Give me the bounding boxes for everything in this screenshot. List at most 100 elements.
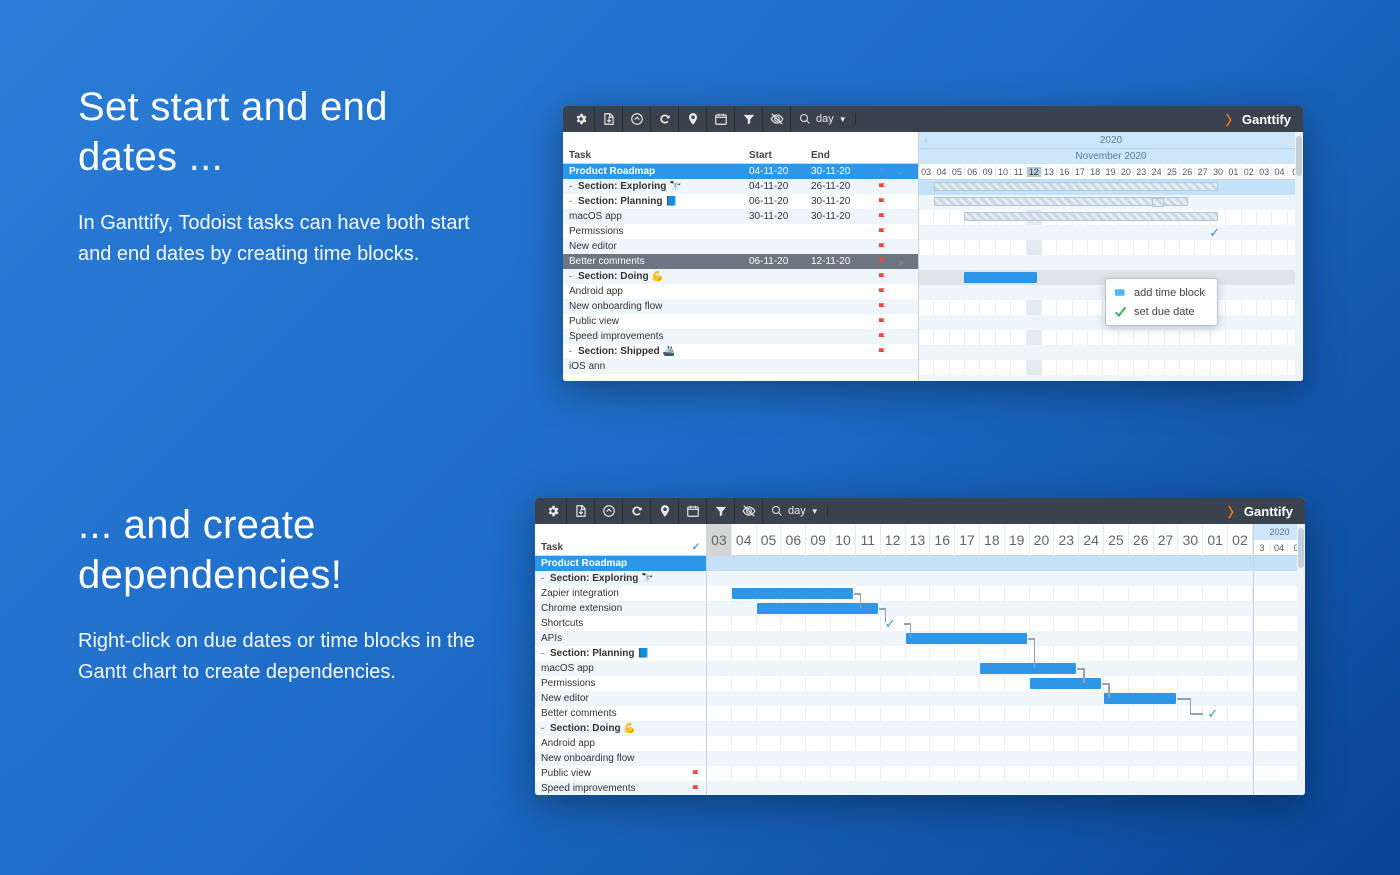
visibility-off-icon[interactable]	[735, 498, 763, 524]
gantt-panel[interactable]: ‹ 2020 › November 2020 03040506091011121…	[919, 132, 1303, 381]
task-row[interactable]: -Section: Doing 💪	[563, 269, 918, 284]
menu-set-due-date[interactable]: set due date	[1106, 302, 1217, 321]
zoom-label: day	[816, 113, 834, 125]
gantt-bar[interactable]	[1030, 678, 1101, 689]
context-menu[interactable]: add time block set due date	[1105, 278, 1218, 326]
calendar-icon[interactable]	[707, 106, 735, 132]
filter-icon[interactable]	[707, 498, 735, 524]
gantt-row[interactable]	[707, 721, 1253, 736]
due-check-icon[interactable]: ✓	[1207, 706, 1218, 722]
gantt-bar[interactable]	[964, 212, 1218, 221]
day-cell: 25	[1165, 167, 1180, 177]
visibility-off-icon[interactable]	[763, 106, 791, 132]
collapse-icon[interactable]	[623, 106, 651, 132]
gantt-row[interactable]	[707, 781, 1253, 795]
task-row[interactable]: Shortcuts	[535, 616, 706, 631]
gantt-row[interactable]	[707, 571, 1253, 586]
menu-add-time-block[interactable]: add time block	[1106, 283, 1217, 302]
task-row[interactable]: Product Roadmap 04-11-20 30-11-20 ⌄	[563, 164, 918, 179]
gantt-row[interactable]	[919, 345, 1303, 360]
task-flag	[873, 181, 891, 192]
task-row[interactable]: Chrome extension	[535, 601, 706, 616]
gantt-bar[interactable]	[934, 197, 1188, 206]
gantt-row[interactable]	[919, 255, 1303, 270]
promo-title-2: ... and create dependencies!	[78, 500, 498, 600]
settings-icon[interactable]	[539, 498, 567, 524]
task-label: macOS app	[563, 211, 749, 222]
collapse-icon[interactable]	[595, 498, 623, 524]
task-row[interactable]: Android app	[563, 284, 918, 299]
task-row[interactable]: -Section: Exploring 🔭 04-11-20 26-11-20	[563, 179, 918, 194]
flag-icon	[876, 241, 888, 252]
gantt-row[interactable]	[707, 676, 1253, 691]
gantt-bar[interactable]	[934, 182, 1218, 191]
gantt-grid[interactable]: ✓✓	[707, 556, 1253, 795]
task-row[interactable]: -Section: Shipped 🚢	[563, 344, 918, 359]
gantt-bar[interactable]	[980, 663, 1076, 674]
task-row[interactable]: macOS app	[535, 661, 706, 676]
gantt-row[interactable]	[707, 766, 1253, 781]
gantt-row[interactable]	[919, 240, 1303, 255]
task-row[interactable]: Zapier integration	[535, 586, 706, 601]
task-extra: »	[891, 257, 909, 267]
task-row[interactable]: New editor	[563, 239, 918, 254]
gantt-row[interactable]	[707, 706, 1253, 721]
task-row[interactable]: Permissions	[563, 224, 918, 239]
refresh-icon[interactable]	[623, 498, 651, 524]
scrollbar-vertical[interactable]	[1295, 132, 1303, 381]
due-check-icon[interactable]: ✓	[1209, 225, 1220, 241]
task-row[interactable]: Public view	[535, 766, 706, 781]
gantt-panel[interactable]: 0304050609101112131617181920232425262730…	[707, 524, 1305, 795]
gantt-row[interactable]	[919, 225, 1303, 240]
task-flag	[873, 286, 891, 297]
export-icon[interactable]	[595, 106, 623, 132]
gantt-row[interactable]	[919, 375, 1303, 381]
scrollbar-vertical[interactable]	[1297, 524, 1305, 795]
task-row[interactable]: Speed improvements	[535, 781, 706, 795]
task-row[interactable]: iOS ann	[563, 359, 918, 374]
due-check-icon[interactable]: ✓	[885, 616, 896, 632]
task-label: Android app	[535, 738, 687, 749]
gantt-bar[interactable]	[964, 272, 1037, 283]
gantt-row[interactable]	[707, 751, 1253, 766]
gantt-row[interactable]	[707, 736, 1253, 751]
task-row[interactable]: -Section: Doing 💪	[535, 721, 706, 736]
task-flag	[873, 241, 891, 252]
task-label: Permissions	[535, 678, 687, 689]
gantt-row[interactable]	[707, 646, 1253, 661]
zoom-dropdown[interactable]: day ▼	[763, 505, 828, 517]
zoom-dropdown[interactable]: day ▼	[791, 113, 856, 125]
task-row[interactable]: Permissions	[535, 676, 706, 691]
prev-period-icon[interactable]: ‹	[919, 132, 933, 148]
col-header-task: Task	[535, 542, 687, 553]
refresh-icon[interactable]	[651, 106, 679, 132]
day-cell: 02	[1228, 524, 1253, 556]
task-row[interactable]: -Section: Exploring 🔭	[535, 571, 706, 586]
task-row[interactable]: New editor	[535, 691, 706, 706]
gantt-bar[interactable]	[732, 588, 853, 599]
calendar-icon[interactable]	[679, 498, 707, 524]
location-icon[interactable]	[679, 106, 707, 132]
gantt-bar[interactable]	[1104, 693, 1175, 704]
task-row[interactable]: -Section: Planning 📘	[535, 646, 706, 661]
gantt-row[interactable]	[707, 616, 1253, 631]
task-row[interactable]: Better comments 06-11-20 12-11-20 »	[563, 254, 918, 269]
export-icon[interactable]	[567, 498, 595, 524]
task-row[interactable]: macOS app 30-11-20 30-11-20	[563, 209, 918, 224]
task-row[interactable]: New onboarding flow	[535, 751, 706, 766]
task-row[interactable]: Speed improvements	[563, 329, 918, 344]
task-row[interactable]: Public view	[563, 314, 918, 329]
gantt-bar[interactable]	[906, 633, 1027, 644]
filter-icon[interactable]	[735, 106, 763, 132]
location-icon[interactable]	[651, 498, 679, 524]
task-row[interactable]: APIs	[535, 631, 706, 646]
settings-icon[interactable]	[567, 106, 595, 132]
task-row[interactable]: Better comments	[535, 706, 706, 721]
task-row[interactable]: -Section: Planning 📘 06-11-20 30-11-20	[563, 194, 918, 209]
gantt-row[interactable]	[919, 360, 1303, 375]
gantt-row[interactable]	[919, 330, 1303, 345]
task-row[interactable]: New onboarding flow	[563, 299, 918, 314]
task-row[interactable]: Android app	[535, 736, 706, 751]
gantt-row[interactable]	[707, 556, 1253, 571]
task-row[interactable]: Product Roadmap	[535, 556, 706, 571]
